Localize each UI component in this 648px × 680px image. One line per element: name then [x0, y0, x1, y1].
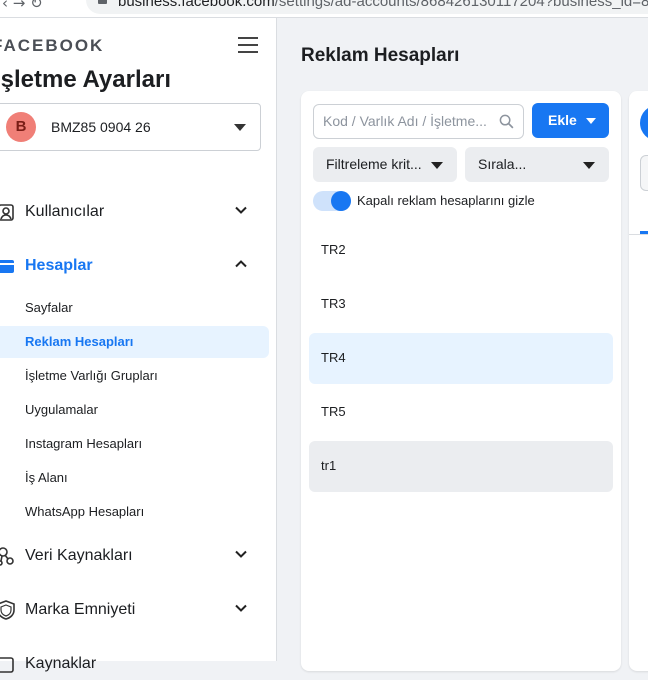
ad-account-name: TR5 — [321, 404, 346, 419]
search-icon[interactable] — [499, 114, 514, 129]
sidebar-item-label: Uygulamalar — [25, 402, 98, 417]
search-box[interactable] — [313, 104, 524, 139]
ad-account-name: TR4 — [321, 350, 346, 365]
sidebar-group-label: Kaynaklar — [25, 655, 97, 672]
search-input[interactable] — [323, 113, 493, 129]
menu-icon[interactable] — [238, 37, 258, 53]
sidebar-item-label: Instagram Hesapları — [25, 436, 143, 451]
page-title: Reklam Hesapları — [301, 45, 460, 66]
sidebar-item-ad-accounts[interactable]: Reklam Hesapları — [0, 326, 269, 358]
chevron-down-icon — [235, 604, 247, 612]
briefcase-icon — [0, 260, 14, 273]
caret-down-icon — [586, 118, 596, 124]
facebook-logo[interactable]: FACEBOOK — [0, 36, 104, 56]
sidebar-item-label: Reklam Hesapları — [25, 334, 134, 349]
caret-down-icon — [583, 162, 595, 169]
sidebar-item-whatsapp-accounts[interactable]: WhatsApp Hesapları — [0, 496, 269, 528]
add-button-label: Ekle — [548, 112, 577, 128]
sidebar-group-label: Veri Kaynakları — [25, 547, 133, 564]
caret-down-icon — [234, 124, 246, 131]
ad-account-name: TR3 — [321, 296, 346, 311]
sort-label: Sırala... — [478, 156, 527, 172]
data-sources-icon — [0, 547, 14, 566]
shield-icon — [0, 600, 15, 620]
chevron-down-icon — [235, 550, 247, 558]
sidebar-item-label: WhatsApp Hesapları — [25, 504, 145, 519]
sidebar-group-label: Marka Emniyeti — [25, 601, 136, 618]
sidebar-item-business-asset-groups[interactable]: İşletme Varlığı Grupları — [0, 360, 269, 392]
sidebar-group-label: Hesaplar — [25, 257, 93, 274]
resources-icon — [0, 657, 14, 673]
sidebar-item-apps[interactable]: Uygulamalar — [0, 394, 269, 426]
sidebar-item-instagram-accounts[interactable]: Instagram Hesapları — [0, 428, 269, 460]
sidebar-group-users[interactable]: Kullanıcılar — [0, 198, 277, 228]
caret-down-icon — [431, 162, 443, 169]
ad-account-item[interactable]: TR4 — [309, 333, 613, 384]
hide-closed-accounts-toggle[interactable] — [313, 191, 351, 211]
sidebar-group-label: Kullanıcılar — [25, 203, 105, 220]
sidebar-item-label: Sayfalar — [25, 300, 73, 315]
ad-account-item[interactable]: TR3 — [309, 279, 613, 330]
users-icon — [0, 204, 14, 221]
chevron-down-icon — [235, 206, 247, 214]
toggle-label: Kapalı reklam hesaplarını gizle — [357, 193, 535, 208]
toggle-knob — [331, 191, 351, 211]
filter-dropdown[interactable]: Filtreleme krit... — [313, 147, 457, 182]
sort-dropdown[interactable]: Sırala... — [465, 147, 609, 182]
browser-nav-icons[interactable]: ‹ → ↻ — [2, 0, 43, 12]
account-detail-panel — [629, 91, 648, 671]
chevron-up-icon — [235, 260, 247, 268]
account-avatar — [640, 105, 648, 141]
hide-closed-accounts-row: Kapalı reklam hesaplarını gizle — [313, 190, 613, 212]
sidebar-item-label: İş Alanı — [25, 470, 68, 485]
url-text[interactable]: business.facebook.com/settings/ad-accoun… — [118, 0, 648, 10]
sidebar-item-pages[interactable]: Sayfalar — [0, 292, 269, 324]
sidebar-group-brand-safety[interactable]: Marka Emniyeti — [0, 596, 277, 626]
sidebar: FACEBOOK İşletme Ayarları B BMZ85 0904 2… — [0, 18, 277, 673]
ad-account-item[interactable]: TR2 — [309, 225, 613, 276]
ad-account-name: TR2 — [321, 242, 346, 257]
sidebar-item-line-of-business[interactable]: İş Alanı — [0, 462, 269, 494]
business-name: BMZ85 0904 26 — [51, 119, 151, 135]
filter-label: Filtreleme krit... — [326, 156, 422, 172]
detail-field[interactable] — [640, 155, 648, 191]
tab-divider — [629, 234, 648, 235]
lock-icon — [98, 0, 107, 4]
sidebar-group-resources[interactable]: Kaynaklar — [0, 650, 277, 680]
sidebar-group-data-sources[interactable]: Veri Kaynakları — [0, 542, 277, 572]
page-heading: İşletme Ayarları — [0, 66, 171, 93]
ad-accounts-list-panel: Ekle Filtreleme krit... Sırala... Kapalı… — [301, 91, 621, 671]
browser-address-bar: ‹ → ↻ business.facebook.com/settings/ad-… — [0, 0, 648, 18]
add-button[interactable]: Ekle — [532, 103, 609, 138]
sidebar-item-label: İşletme Varlığı Grupları — [25, 368, 158, 383]
ad-account-item[interactable]: TR5 — [309, 387, 613, 438]
sidebar-group-accounts[interactable]: Hesaplar — [0, 252, 277, 282]
ad-account-item[interactable]: tr1 — [309, 441, 613, 492]
business-avatar: B — [6, 112, 36, 142]
business-selector[interactable]: B BMZ85 0904 26 — [0, 103, 261, 151]
ad-account-name: tr1 — [321, 458, 337, 473]
